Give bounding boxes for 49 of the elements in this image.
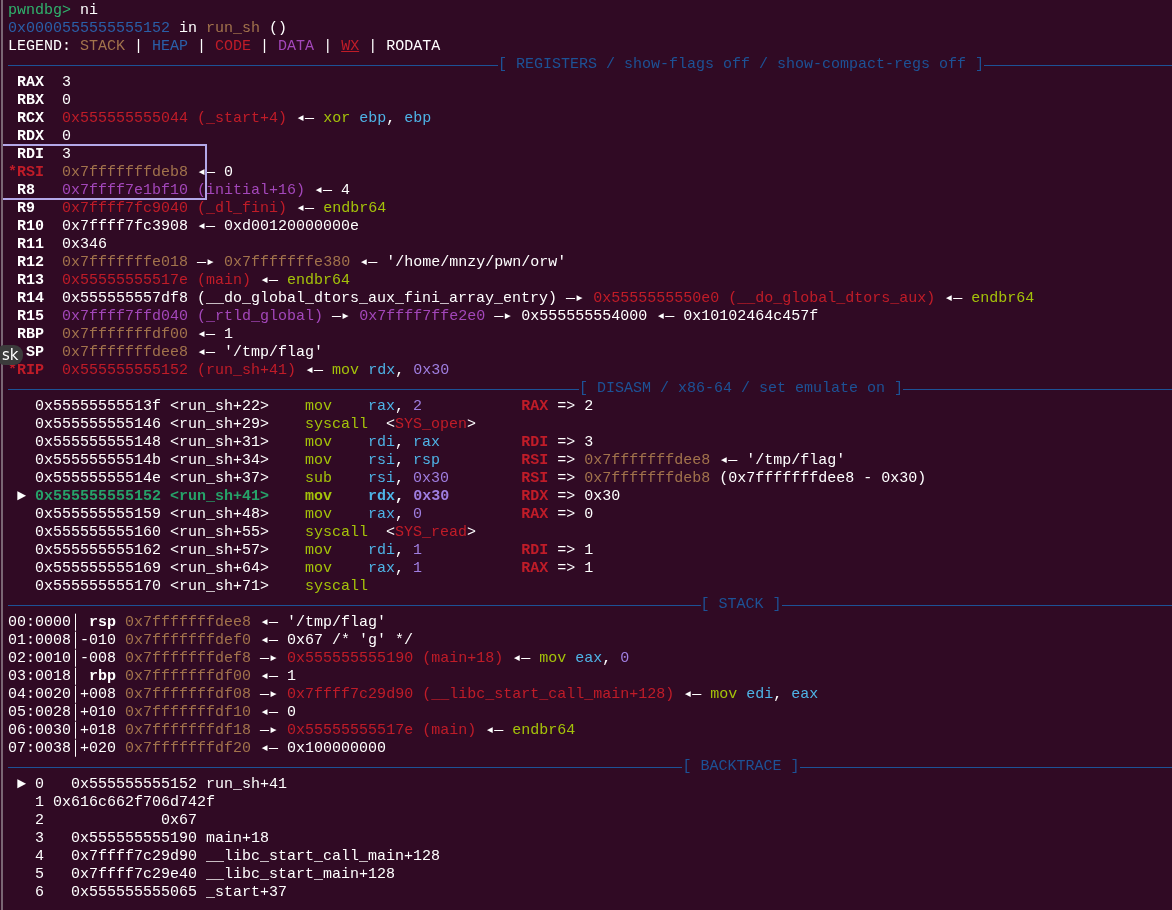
terminal-line: *RIP 0x555555555152 (run_sh+41) ◂— mov rdx, 0x30 [8, 362, 450, 380]
terminal-line: 05:0028│+010 0x7fffffffdf10 ◂— 0 [8, 704, 297, 722]
terminal-line: 0x555555555148 <run_sh+31> mov rdi, rax RDI => 3 [35, 434, 594, 452]
terminal-line: R13 0x55555555517e (main) ◂— endbr64 [17, 272, 351, 290]
terminal-line: 06:0030│+018 0x7fffffffdf18 —▸ 0x55555555517e (main) ◂— endbr64 [8, 722, 576, 740]
terminal-line: 0x55555555514b <run_sh+34> mov rsi, rsp RSI => 0x7fffffffdee8 ◂— '/tmp/flag' [35, 452, 846, 470]
tooltip: sk [0, 345, 23, 365]
terminal-line: 1 0x616c662f706d742f [35, 794, 216, 812]
terminal-line: 6 0x555555555065 _start+37 [35, 884, 288, 902]
terminal-line: 0x555555555169 <run_sh+64> mov rax, 1 RAX => 1 [35, 560, 594, 578]
terminal-line: 0x55555555514e <run_sh+37> sub rsi, 0x30 RSI => 0x7fffffffdeb8 (0x7fffffffdee8 - 0x30) [35, 470, 927, 488]
terminal-line: RDI 3 [17, 146, 72, 164]
terminal-line: LEGEND: STACK | HEAP | CODE | DATA | WX | RODATA [8, 38, 441, 56]
terminal-line: 00:0000│ rsp 0x7fffffffdee8 ◂— '/tmp/flag' [8, 614, 387, 632]
section-header: [ REGISTERS / show-flags off / show-compact-regs off ] [497, 56, 985, 74]
terminal-line: 0x55555555513f <run_sh+22> mov rax, 2 RAX => 2 [35, 398, 594, 416]
terminal-line: 4 0x7ffff7c29d90 __libc_start_call_main+128 [35, 848, 441, 866]
terminal-line: 0x0000555555555152 in run_sh () [8, 20, 288, 38]
terminal-line: ► 0 0x555555555152 run_sh+41 [17, 776, 288, 794]
terminal-line: 0x555555555160 <run_sh+55> syscall <SYS_read> [35, 524, 477, 542]
terminal-line: R15 0x7ffff7ffd040 (_rtld_global) —▸ 0x7ffff7ffe2e0 —▸ 0x555555554000 ◂— 0x10102464c457f [17, 308, 819, 326]
terminal-line: R11 0x346 [17, 236, 108, 254]
section-header: [ BACKTRACE ] [682, 758, 800, 776]
section-header: [ DISASM / x86-64 / set emulate on ] [578, 380, 904, 398]
terminal-line: 5 0x7ffff7c29e40 __libc_start_main+128 [35, 866, 396, 884]
section-header: [ STACK ] [700, 596, 782, 614]
terminal-line: 03:0018│ rbp 0x7fffffffdf00 ◂— 1 [8, 668, 297, 686]
terminal-line: R14 0x555555557df8 (__do_global_dtors_aux_fini_array_entry) —▸ 0x5555555550e0 (__do_global_dtors_aux) ◂— endbr64 [17, 290, 1035, 308]
terminal-line: 04:0020│+008 0x7fffffffdf08 —▸ 0x7ffff7c29d90 (__libc_start_call_main+128) ◂— mov edi, eax [8, 686, 819, 704]
terminal-line: RBP 0x7fffffffdf00 ◂— 1 [17, 326, 234, 344]
terminal-line: 2 0x67 [35, 812, 198, 830]
terminal-line: RAX 3 [17, 74, 72, 92]
terminal-line: 0x555555555146 <run_sh+29> syscall <SYS_open> [35, 416, 477, 434]
terminal-line: RCX 0x555555555044 (_start+4) ◂— xor ebp, ebp [17, 110, 432, 128]
terminal-line: R10 0x7ffff7fc3908 ◂— 0xd00120000000e [17, 218, 360, 236]
terminal-line: 0x555555555170 <run_sh+71> syscall [35, 578, 369, 596]
terminal-line: ► 0x555555555152 <run_sh+41> mov rdx, 0x30 RDX => 0x30 [17, 488, 621, 506]
terminal-line: 07:0038│+020 0x7fffffffdf20 ◂— 0x100000000 [8, 740, 387, 758]
terminal-line: pwndbg> ni [8, 2, 99, 20]
terminal-line: 3 0x555555555190 main+18 [35, 830, 270, 848]
terminal-line: 01:0008│-010 0x7fffffffdef0 ◂— 0x67 /* 'g' */ [8, 632, 414, 650]
terminal-line: 0x555555555159 <run_sh+48> mov rax, 0 RAX => 0 [35, 506, 594, 524]
terminal-line: RDX 0 [17, 128, 72, 146]
terminal-line: R12 0x7fffffffe018 —▸ 0x7fffffffe380 ◂— '/home/mnzy/pwn/orw' [17, 254, 567, 272]
terminal-line: R9 0x7ffff7fc9040 (_dl_fini) ◂— endbr64 [17, 200, 387, 218]
terminal-line: 02:0010│-008 0x7fffffffdef8 —▸ 0x555555555190 (main+18) ◂— mov eax, 0 [8, 650, 630, 668]
terminal-line: 0x555555555162 <run_sh+57> mov rdi, 1 RDI => 1 [35, 542, 594, 560]
terminal-line: RBX 0 [17, 92, 72, 110]
terminal-line: SP 0x7fffffffdee8 ◂— '/tmp/flag' [26, 344, 324, 362]
